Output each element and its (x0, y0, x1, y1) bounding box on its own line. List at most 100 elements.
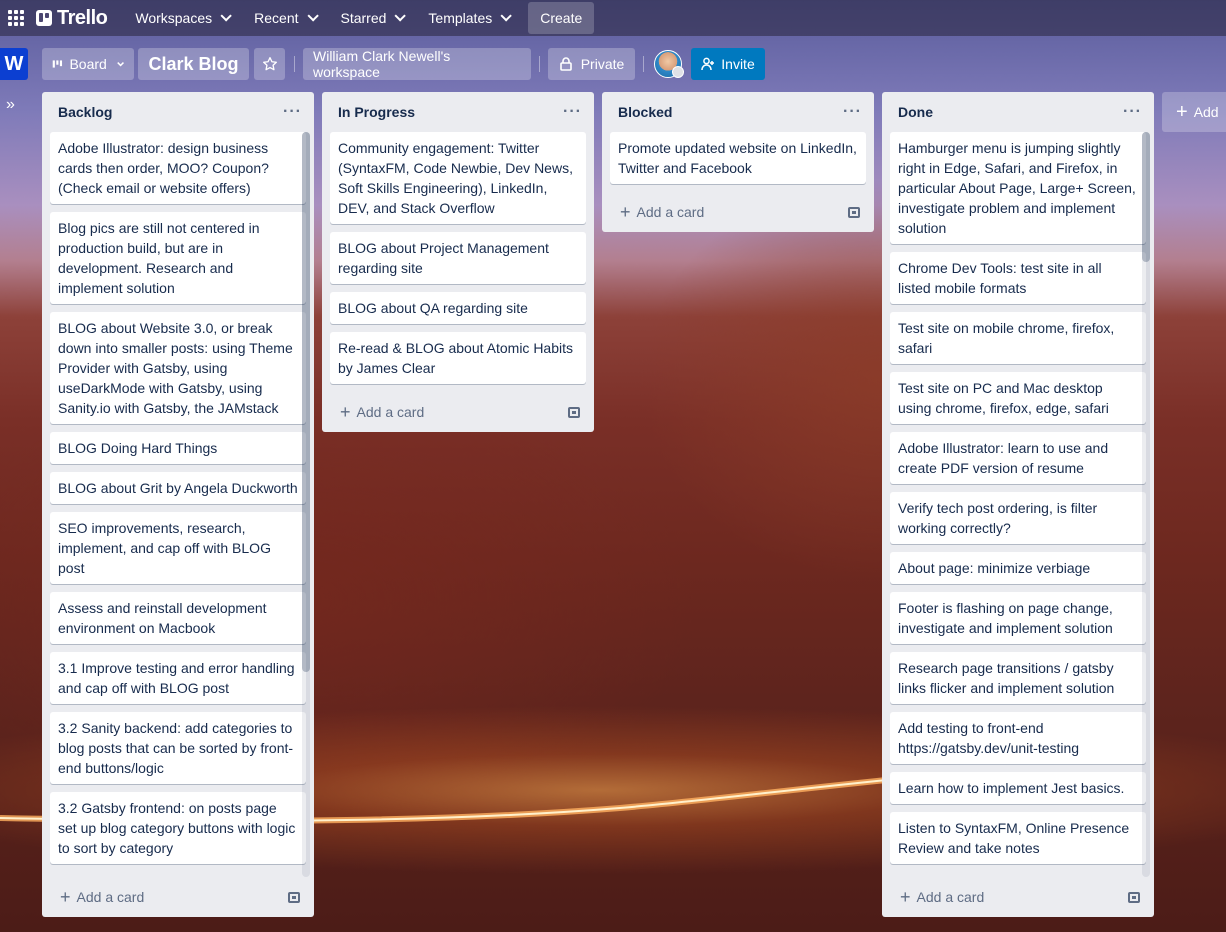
more-options-icon[interactable]: ··· (563, 103, 582, 121)
chevron-down-icon (306, 10, 319, 22)
card-list: Adobe Illustrator: design business cards… (42, 132, 314, 877)
nav-workspaces[interactable]: Workspaces (125, 2, 238, 34)
more-options-icon[interactable]: ··· (1123, 103, 1142, 121)
list-header[interactable]: Backlog ··· (42, 92, 314, 132)
card[interactable]: Re-read & BLOG about Atomic Habits by Ja… (330, 332, 586, 384)
card[interactable]: Test site on PC and Mac desktop using ch… (890, 372, 1146, 424)
app-switcher-icon[interactable] (8, 10, 24, 26)
list-header[interactable]: Blocked ··· (602, 92, 874, 132)
nav-label: Templates (428, 10, 493, 26)
card[interactable]: Footer is flashing on page change, inves… (890, 592, 1146, 644)
card[interactable]: Learn how to implement Jest basics. (890, 772, 1146, 804)
card[interactable]: Adobe Illustrator: design business cards… (50, 132, 306, 204)
card[interactable]: Listen to SyntaxFM, Online Presence Revi… (890, 812, 1146, 864)
add-card-label: Add a card (356, 403, 425, 420)
list-title[interactable]: Done (898, 104, 933, 120)
plus-icon: + (340, 401, 351, 422)
list-scrollbar[interactable] (302, 132, 310, 877)
chevron-down-icon (500, 10, 513, 22)
visibility-label: Private (580, 56, 625, 72)
logo-text: Trello (57, 6, 108, 29)
nav-label: Recent (254, 10, 299, 26)
add-card-button[interactable]: + Add a card (60, 887, 144, 908)
card[interactable]: Verify tech post ordering, is filter wor… (890, 492, 1146, 544)
trello-logo[interactable]: Trello (36, 6, 108, 30)
card[interactable]: Assess and reinstall development environ… (50, 592, 306, 644)
card[interactable]: BLOG Doing Hard Things (50, 432, 306, 464)
list-title[interactable]: Blocked (618, 104, 672, 120)
invite-label: Invite (721, 56, 755, 72)
nav-starred[interactable]: Starred (331, 2, 413, 34)
scrollbar-thumb[interactable] (302, 132, 310, 672)
board-view-button[interactable]: Board (42, 48, 134, 80)
add-list-button[interactable]: + Add (1162, 92, 1226, 132)
invite-button[interactable]: Invite (691, 48, 765, 80)
card[interactable]: 3.2 Gatsby frontend: on posts page set u… (50, 792, 306, 864)
visibility-button[interactable]: Private (548, 48, 635, 80)
board-view-label: Board (69, 56, 107, 72)
card[interactable]: Research page transitions / gatsby links… (890, 652, 1146, 704)
add-card-button[interactable]: + Add a card (900, 887, 984, 908)
list-blocked: Blocked ··· Promote updated website on L… (602, 92, 874, 232)
nav-recent[interactable]: Recent (244, 2, 324, 34)
card[interactable]: Chrome Dev Tools: test site in all liste… (890, 252, 1146, 304)
add-card-button[interactable]: + Add a card (340, 402, 424, 423)
list-done: Done ··· Hamburger menu is jumping sligh… (882, 92, 1154, 917)
admin-badge-icon (672, 66, 684, 78)
star-button[interactable] (254, 48, 285, 80)
card[interactable]: BLOG about Website 3.0, or break down in… (50, 312, 306, 424)
nav-templates[interactable]: Templates (418, 2, 518, 34)
star-icon (262, 57, 277, 71)
card[interactable]: Add testing to front-end https://gatsby.… (890, 712, 1146, 764)
divider (643, 56, 644, 72)
card[interactable]: Promote updated website on LinkedIn, Twi… (610, 132, 866, 184)
divider (294, 56, 295, 72)
card[interactable]: Adobe Illustrator: learn to use and crea… (890, 432, 1146, 484)
card[interactable]: Community engagement: Twitter (SyntaxFM,… (330, 132, 586, 224)
card[interactable]: BLOG about Grit by Angela Duckworth (50, 472, 306, 504)
plus-icon: + (1176, 100, 1188, 123)
nav-label: Workspaces (135, 10, 213, 26)
create-from-template-icon[interactable] (848, 206, 860, 218)
add-member-icon (701, 57, 715, 71)
card[interactable]: SEO improvements, research, implement, a… (50, 512, 306, 584)
list-footer: + Add a card (602, 192, 874, 232)
expand-sidebar-icon[interactable]: » (6, 96, 15, 114)
top-nav: Trello Workspaces Recent Starred Templat… (0, 0, 1226, 36)
card[interactable]: 3.1 Improve testing and error handling a… (50, 652, 306, 704)
card[interactable]: 3.2 Sanity backend: add categories to bl… (50, 712, 306, 784)
plus-icon: + (620, 201, 631, 222)
plus-icon: + (900, 886, 911, 907)
card[interactable]: About page: minimize verbiage (890, 552, 1146, 584)
list-header[interactable]: In Progress ··· (322, 92, 594, 132)
card[interactable]: BLOG about Project Management regarding … (330, 232, 586, 284)
list-footer: + Add a card (882, 877, 1154, 917)
nav-label: Starred (340, 10, 387, 26)
list-title[interactable]: In Progress (338, 104, 415, 120)
more-options-icon[interactable]: ··· (283, 103, 302, 121)
list-title[interactable]: Backlog (58, 104, 112, 120)
card-list: Hamburger menu is jumping slightly right… (882, 132, 1154, 877)
create-from-template-icon[interactable] (1128, 891, 1140, 903)
create-button[interactable]: Create (528, 2, 595, 34)
create-from-template-icon[interactable] (288, 891, 300, 903)
card[interactable]: BLOG about QA regarding site (330, 292, 586, 324)
board-title[interactable]: Clark Blog (138, 48, 249, 80)
chevron-down-icon (117, 62, 124, 67)
card-list: Community engagement: Twitter (SyntaxFM,… (322, 132, 594, 392)
list-header[interactable]: Done ··· (882, 92, 1154, 132)
create-from-template-icon[interactable] (568, 406, 580, 418)
add-card-label: Add a card (636, 203, 705, 220)
card[interactable]: Hamburger menu is jumping slightly right… (890, 132, 1146, 244)
list-scrollbar[interactable] (1142, 132, 1150, 877)
card[interactable]: Test site on mobile chrome, firefox, saf… (890, 312, 1146, 364)
list-footer: + Add a card (322, 392, 594, 432)
card[interactable]: Blog pics are still not centered in prod… (50, 212, 306, 304)
workspace-button[interactable]: William Clark Newell's workspace (303, 48, 531, 80)
add-card-button[interactable]: + Add a card (620, 202, 704, 223)
lock-icon (559, 57, 572, 71)
workspace-badge[interactable]: W (0, 48, 28, 80)
scrollbar-thumb[interactable] (1142, 132, 1150, 262)
more-options-icon[interactable]: ··· (843, 103, 862, 121)
plus-icon: + (60, 886, 71, 907)
